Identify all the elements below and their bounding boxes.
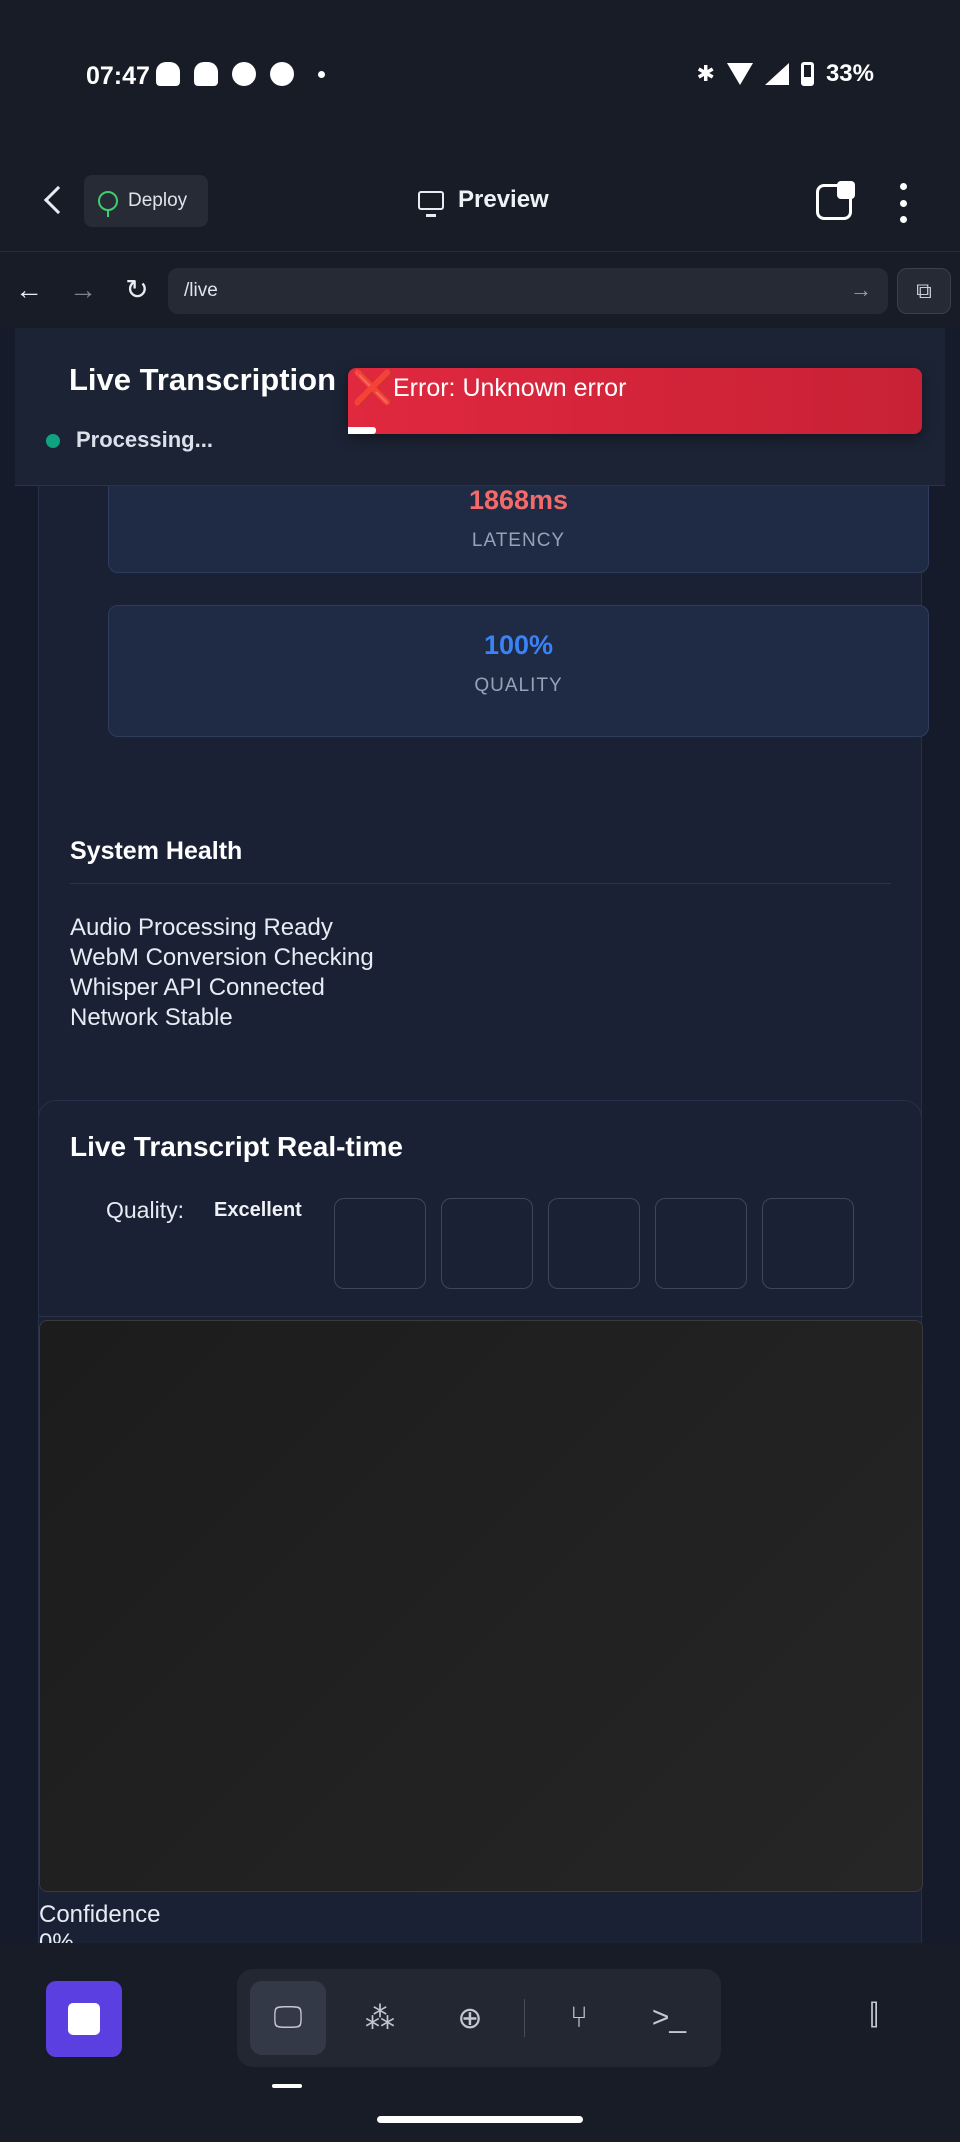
error-icon: ❌ [352, 369, 395, 407]
monitor-icon[interactable]: 🖵 [250, 1981, 326, 2055]
health-item: WebM Conversion Checking [70, 944, 374, 971]
chevron-left-icon [43, 185, 73, 215]
snapchat-icon [156, 62, 180, 86]
open-external-button[interactable]: ⧉ [897, 268, 951, 314]
battery-percent: 33% [825, 60, 874, 87]
terminal-icon[interactable]: >_ [631, 1981, 707, 2055]
quality-bar [762, 1198, 854, 1289]
system-health-list: Audio Processing Ready WebM Conversion C… [70, 913, 374, 1033]
more-dot [899, 183, 907, 190]
latency-value: 1868ms [468, 485, 569, 515]
url-text: /live [184, 280, 218, 301]
page-title: Live Transcription [69, 362, 337, 397]
transcript-card: Live Transcript Real-time Quality: Excel… [38, 1100, 923, 1943]
transcript-divider [39, 1316, 923, 1317]
deploy-label: Deploy [128, 190, 188, 211]
deploy-button[interactable]: Deploy [84, 175, 208, 227]
arrow-left-icon[interactable]: ← [12, 273, 46, 307]
quality-bar [334, 1198, 426, 1289]
status-time: 07:47 [86, 62, 150, 90]
toast-progress-bar [348, 427, 376, 434]
monitor-icon [418, 190, 444, 217]
transcript-quality-label: Quality: [106, 1197, 184, 1223]
preview-title[interactable]: Preview [418, 186, 549, 217]
quality-metric: 100% QUALITY [108, 605, 929, 737]
processing-status: Processing... [76, 427, 213, 452]
tool-group: 🖵 ⁂ ⊕ ⑂ >_ [237, 1969, 721, 2067]
deploy-icon[interactable]: ⊕ [432, 1981, 508, 2055]
preview-label: Preview [458, 186, 549, 213]
quality-bar [548, 1198, 640, 1289]
chat-icon [232, 62, 256, 86]
deploy-icon [98, 191, 118, 217]
transcript-title: Live Transcript Real-time [70, 1131, 404, 1162]
stop-button[interactable] [46, 1981, 122, 2057]
external-link-icon: ⧉ [916, 278, 932, 303]
url-bar[interactable]: /live → [168, 268, 888, 314]
more-dot [899, 216, 907, 223]
status-dot [46, 434, 60, 448]
quality-percent: 100% [483, 630, 554, 660]
spotify-icon [270, 62, 294, 86]
signal-icon [764, 63, 789, 85]
battery-icon [800, 62, 814, 86]
tool-separator [524, 1999, 525, 2037]
status-bar: 07:47 ✱ 33% [0, 0, 960, 150]
back-button[interactable] [36, 180, 73, 222]
quality-bar [441, 1198, 533, 1289]
health-item: Network Stable [70, 1004, 233, 1031]
transcript-area[interactable] [39, 1320, 923, 1892]
arrow-right-icon[interactable]: → [66, 273, 100, 307]
error-message: Error: Unknown error [393, 374, 627, 402]
app-screen: 07:47 ✱ 33% Deploy Preview ← → ↻ /live →… [0, 0, 960, 2142]
error-toast[interactable]: ❌ Error: Unknown error [348, 368, 922, 434]
section-divider [70, 883, 891, 884]
wifi-icon [726, 63, 753, 85]
panel-toggle-icon[interactable]: ⫿ [852, 1999, 896, 2035]
latency-label: LATENCY [471, 530, 566, 551]
snapchat-icon [194, 62, 218, 86]
app-header: Deploy Preview [0, 150, 960, 252]
more-options-button[interactable] [895, 183, 911, 223]
system-icons: ✱ 33% [697, 60, 874, 88]
webview: 1868ms LATENCY 100% QUALITY System Healt… [0, 328, 960, 1943]
health-item: Whisper API Connected [70, 974, 325, 1001]
confidence-value: 0% [39, 1929, 74, 1943]
quality-label: QUALITY [474, 675, 563, 696]
go-arrow-icon[interactable]: → [850, 277, 872, 303]
transcript-quality-value: Excellent [214, 1199, 302, 1221]
confidence-label: Confidence [39, 1901, 161, 1928]
bluetooth-icon: ✱ [696, 61, 715, 86]
refresh-icon[interactable]: ↻ [120, 273, 154, 307]
system-health-title: System Health [70, 837, 243, 865]
more-dot [899, 199, 907, 207]
more-notifications-dot [318, 70, 325, 78]
tabs-button[interactable] [816, 181, 855, 220]
quality-bar [655, 1198, 747, 1289]
home-indicator[interactable] [377, 2116, 583, 2123]
bottom-toolbar: 🖵 ⁂ ⊕ ⑂ >_ ⫿ [0, 1943, 960, 2142]
notification-icons [156, 62, 325, 86]
active-tab-indicator [272, 2084, 302, 2088]
git-icon[interactable]: ⑂ [541, 1981, 617, 2055]
apps-icon[interactable]: ⁂ [342, 1981, 418, 2055]
health-item: Audio Processing Ready [70, 914, 333, 941]
browser-bar: ← → ↻ /live → ⧉ [0, 253, 960, 328]
